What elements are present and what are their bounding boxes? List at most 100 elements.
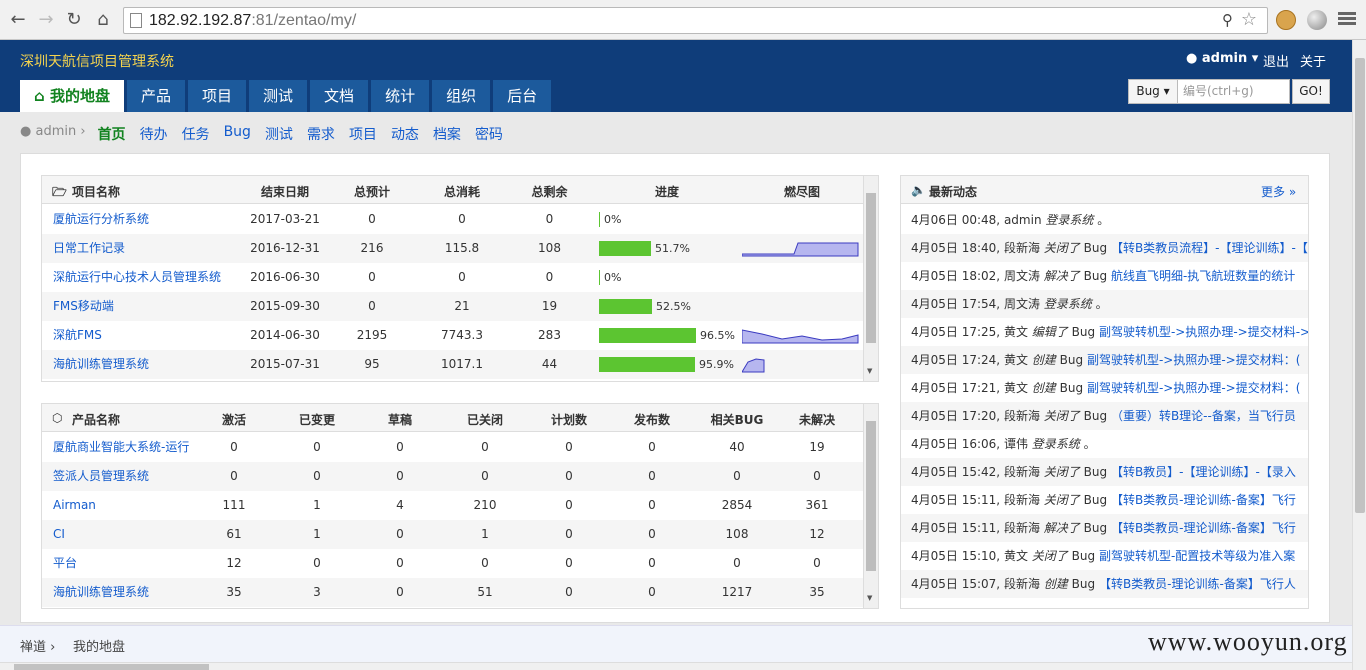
extension-icon[interactable]	[1307, 10, 1327, 30]
activity-type: Bug	[1059, 353, 1084, 367]
brand-title[interactable]: 深圳天航信项目管理系统	[20, 51, 174, 71]
product-link[interactable]: CI	[53, 520, 193, 549]
scroll-thumb[interactable]	[866, 421, 876, 571]
search-type-select[interactable]: Bug ▾	[1128, 79, 1178, 104]
product-stat: 2854	[721, 498, 753, 512]
cookie-extension-icon[interactable]	[1276, 10, 1296, 30]
breadcrumb[interactable]: ● admin ›	[20, 124, 86, 144]
address-bar[interactable]: 182.92.192.87:81/zentao/my/ ⚲ ☆	[123, 7, 1268, 34]
scroll-down-icon[interactable]: ▼	[867, 367, 872, 375]
subnav-item-profile[interactable]: 档案	[433, 124, 461, 144]
product-link[interactable]: 签派人员管理系统	[53, 462, 193, 491]
project-consumed: 0	[458, 270, 466, 284]
activity-object-link[interactable]: 航线直飞明细-执飞航班数量的统计	[1111, 269, 1295, 283]
user-menu[interactable]: ● admin ▾	[1186, 51, 1258, 66]
activity-object-link[interactable]: 【转B教员】-【理论训练】-【录入	[1111, 465, 1296, 479]
footer-crumb-my[interactable]: 我的地盘	[73, 636, 125, 655]
bookmark-star-icon[interactable]: ☆	[1241, 9, 1257, 30]
subnav-item-password[interactable]: 密码	[475, 124, 503, 144]
activity-object-link[interactable]: 副驾驶转机型->执照办理->提交材料：(	[1087, 353, 1300, 367]
subnav-item-test[interactable]: 测试	[265, 124, 293, 144]
project-link[interactable]: FMS移动端	[53, 292, 238, 321]
activity-object-link[interactable]: 副驾驶转机型-配置技术等级为准入案	[1099, 549, 1295, 563]
activity-actor: 段新海	[1003, 521, 1040, 535]
subnav-item-project[interactable]: 项目	[349, 124, 377, 144]
product-link[interactable]: 平台	[53, 549, 193, 578]
product-stat: 0	[396, 556, 404, 570]
speaker-icon: 🔈	[911, 183, 926, 197]
col-active: 激活	[221, 413, 246, 427]
nav-tab-project[interactable]: 项目	[188, 80, 247, 112]
product-stat: 0	[230, 469, 238, 483]
key-icon[interactable]: ⚲	[1222, 11, 1233, 29]
project-scrollbar[interactable]: ▼	[863, 176, 878, 381]
activity-object-link[interactable]: 副驾驶转机型->执照办理->提交材料->	[1099, 325, 1308, 339]
product-stat: 0	[396, 440, 404, 454]
forward-arrow-icon[interactable]: →	[34, 8, 58, 32]
activity-object: 。	[1097, 213, 1110, 227]
nav-tab-doc[interactable]: 文档	[310, 80, 369, 112]
activity-action: 登录系统	[1031, 437, 1080, 451]
scroll-thumb[interactable]	[866, 193, 876, 343]
page-scroll-thumb[interactable]	[1355, 58, 1365, 513]
project-link[interactable]: 厦航运行分析系统	[53, 205, 238, 234]
about-link[interactable]: 关于	[1300, 51, 1326, 70]
page-scrollbar[interactable]	[1352, 40, 1366, 670]
activity-object-link[interactable]: 【转B类教员流程】-【理论训练】-【	[1111, 241, 1308, 255]
search-go-button[interactable]: GO!	[1292, 79, 1330, 104]
activity-actor: 周文涛	[1003, 269, 1040, 283]
product-row: 海航训练管理系统 35 3 0 51 0 0 1217 35	[42, 578, 864, 607]
product-panel: ⬡ 产品名称 激活 已变更 草稿 已关闭 计划数 发布数 相关BUG 未解决 厦…	[41, 403, 879, 609]
activity-item: 4月05日 15:42, 段新海 关闭了 Bug 【转B教员】-【理论训练】-【…	[901, 458, 1308, 486]
progress-text: 96.5%	[700, 329, 735, 342]
footer-crumb-home[interactable]: 禅道 ›	[20, 636, 55, 655]
activity-action: 解决了	[1043, 269, 1080, 283]
activity-object-link[interactable]: （重要）转B理论--备案，当飞行员	[1111, 409, 1296, 423]
subnav-item-index[interactable]: 首页	[98, 124, 126, 144]
activity-actor: 黄文	[1003, 549, 1028, 563]
search-input[interactable]: 编号(ctrl+g)	[1178, 79, 1290, 104]
h-scroll-thumb[interactable]	[14, 664, 209, 670]
nav-tab-company[interactable]: 组织	[432, 80, 491, 112]
product-scrollbar[interactable]: ▼	[863, 404, 878, 608]
product-stat: 0	[396, 469, 404, 483]
activity-type: Bug	[1059, 381, 1084, 395]
project-consumed: 1017.1	[441, 357, 483, 371]
burndown-chart	[742, 242, 859, 257]
back-arrow-icon[interactable]: ←	[6, 8, 30, 32]
subnav-item-dynamic[interactable]: 动态	[391, 124, 419, 144]
scroll-down-icon[interactable]: ▼	[867, 594, 872, 602]
nav-tab-report[interactable]: 统计	[371, 80, 430, 112]
activity-time: 4月05日 15:11,	[911, 493, 1001, 507]
project-left: 0	[545, 212, 554, 226]
product-link[interactable]: 厦航商业智能大系统-运行	[53, 433, 193, 462]
nav-tab-admin[interactable]: 后台	[493, 80, 552, 112]
product-stat: 0	[565, 527, 573, 541]
nav-tab-product[interactable]: 产品	[127, 80, 186, 112]
product-link[interactable]: 海航训练管理系统	[53, 578, 193, 607]
activity-object-link[interactable]: 【转B类教员-理论训练-备案】飞行	[1111, 521, 1296, 535]
product-link[interactable]: Airman	[53, 491, 193, 520]
nav-tab-my[interactable]: ⌂ 我的地盘	[20, 80, 124, 112]
activity-object-link[interactable]: 【转B类教员-理论训练-备案】飞行人	[1099, 577, 1296, 591]
activity-object-link[interactable]: 副驾驶转机型->执照办理->提交材料：(	[1087, 381, 1300, 395]
subnav-item-bug[interactable]: Bug	[224, 124, 251, 144]
project-row: 日常工作记录 2016-12-31 216 115.8 108 51.7%	[42, 234, 864, 263]
home-icon[interactable]: ⌂	[91, 8, 115, 32]
project-link[interactable]: 深航运行中心技术人员管理系统	[53, 263, 238, 292]
activity-type: Bug	[1083, 465, 1108, 479]
project-link[interactable]: 日常工作记录	[53, 234, 238, 263]
subnav-item-task[interactable]: 任务	[182, 124, 210, 144]
more-link[interactable]: 更多 »	[1261, 183, 1296, 200]
subnav-item-story[interactable]: 需求	[307, 124, 335, 144]
subnav-item-todo[interactable]: 待办	[140, 124, 168, 144]
activity-object-link[interactable]: 【转B类教员-理论训练-备案】飞行	[1111, 493, 1296, 507]
project-link[interactable]: 海航训练管理系统	[53, 350, 238, 379]
horizontal-scrollbar[interactable]	[0, 662, 1352, 670]
nav-tab-test[interactable]: 测试	[249, 80, 308, 112]
activity-action: 关闭了	[1043, 493, 1080, 507]
browser-menu-icon[interactable]	[1338, 10, 1356, 28]
logout-link[interactable]: 退出	[1263, 51, 1289, 70]
project-link[interactable]: 深航FMS	[53, 321, 238, 350]
reload-icon[interactable]: ↻	[62, 8, 86, 32]
